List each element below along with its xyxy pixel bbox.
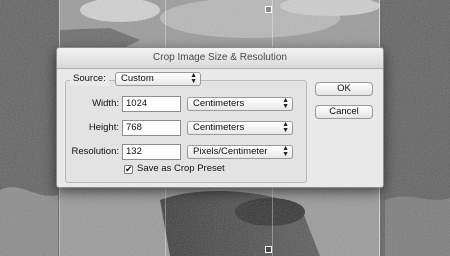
resolution-input[interactable]: 132 <box>122 144 181 160</box>
source-label: Source: <box>70 72 109 86</box>
updown-arrows-icon: ▲ ▼ <box>282 97 289 110</box>
cancel-button[interactable]: Cancel <box>315 105 373 119</box>
save-preset-checkbox[interactable]: ✔ <box>124 165 133 174</box>
crop-handle-top[interactable] <box>265 6 272 13</box>
height-input[interactable]: 768 <box>122 120 181 136</box>
updown-arrows-icon: ▲ ▼ <box>282 121 289 134</box>
width-unit-popup[interactable]: Centimeters ▲ ▼ <box>187 97 293 111</box>
ok-button[interactable]: OK <box>315 82 373 96</box>
height-unit-value: Centimeters <box>193 122 245 133</box>
resolution-unit-popup[interactable]: Pixels/Centimeter ▲ ▼ <box>187 145 293 159</box>
dialog-title: Crop Image Size & Resolution <box>57 48 383 69</box>
width-input[interactable]: 1024 <box>122 96 181 112</box>
height-unit-popup[interactable]: Centimeters ▲ ▼ <box>187 121 293 135</box>
checkmark-icon: ✔ <box>125 164 133 174</box>
resolution-unit-value: Pixels/Centimeter <box>193 146 268 157</box>
source-value: Custom <box>121 73 154 84</box>
resolution-label: Resolution: <box>71 146 119 157</box>
source-popup[interactable]: Custom ▲ ▼ <box>115 72 201 86</box>
height-label: Height: <box>88 122 119 133</box>
width-unit-value: Centimeters <box>193 98 245 109</box>
width-label: Width: <box>92 98 119 109</box>
updown-arrows-icon: ▲ ▼ <box>282 145 289 158</box>
crop-size-dialog: Crop Image Size & Resolution Source: Cus… <box>56 47 384 188</box>
updown-arrows-icon: ▲ ▼ <box>190 72 197 85</box>
save-preset-label[interactable]: Save as Crop Preset <box>137 162 225 176</box>
crop-handle-bottom[interactable] <box>265 246 272 253</box>
photoshop-canvas[interactable]: Crop Image Size & Resolution Source: Cus… <box>0 0 450 256</box>
